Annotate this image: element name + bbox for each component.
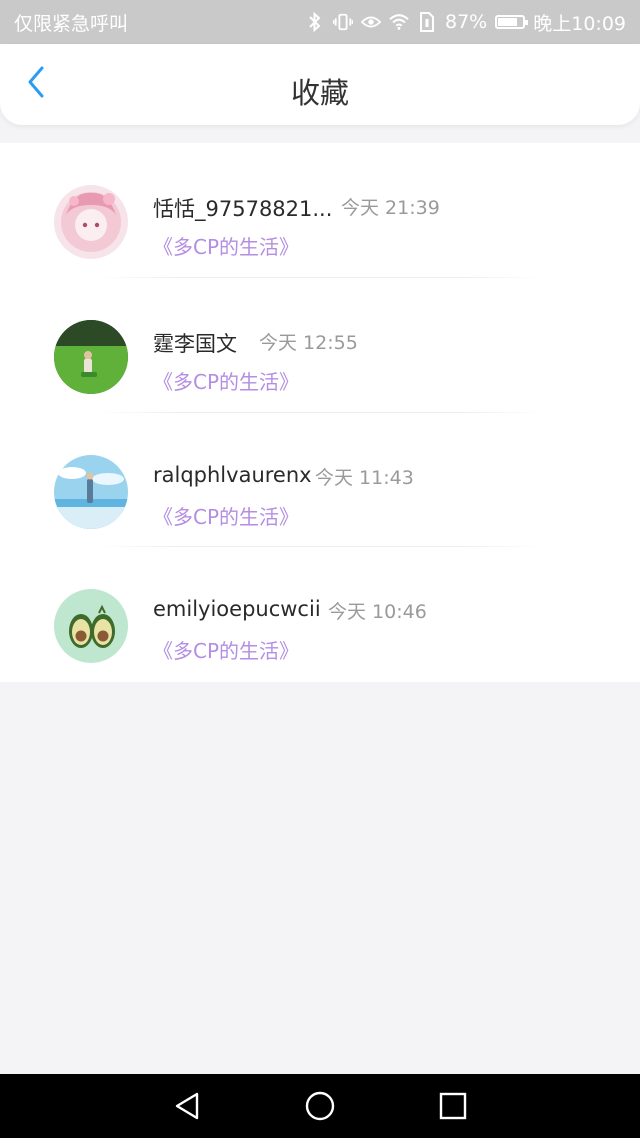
timestamp: 今天 12:55	[259, 331, 358, 354]
book-title-link[interactable]: 《多CP的生活》	[153, 366, 299, 395]
battery-percent: 87%	[445, 11, 488, 33]
system-nav-bar	[0, 1074, 640, 1138]
avatar[interactable]	[54, 589, 128, 664]
list-item[interactable]: 恬恬_97578821... 今天 21:39 《多CP的生活》	[0, 143, 640, 278]
favorites-list: 恬恬_97578821... 今天 21:39 《多CP的生活》 霆李国文 今天…	[0, 143, 640, 682]
avatar[interactable]	[54, 319, 128, 394]
nav-recents-button[interactable]	[433, 1086, 473, 1126]
recents-square-icon	[440, 1092, 467, 1120]
vibrate-icon	[333, 12, 353, 32]
avocado-avatar	[54, 589, 128, 664]
username[interactable]: ralqphlvaurenx	[153, 463, 312, 487]
avatar[interactable]	[54, 185, 128, 259]
list-item[interactable]: 霆李国文 今天 12:55 《多CP的生活》	[0, 278, 640, 413]
home-circle-icon	[305, 1091, 335, 1121]
status-icons: 87% 晚上10:09	[305, 9, 626, 36]
battery-icon	[495, 15, 529, 29]
back-triangle-icon	[175, 1092, 198, 1120]
username[interactable]: emilyioepucwcii	[153, 597, 321, 621]
book-title-link[interactable]: 《多CP的生活》	[153, 231, 299, 260]
avatar[interactable]	[54, 454, 128, 529]
app-header: 收藏	[0, 44, 640, 125]
anime-girl-avatar	[54, 185, 128, 259]
timestamp: 今天 10:46	[328, 601, 427, 624]
grass-field-avatar	[54, 319, 128, 394]
bluetooth-icon	[305, 12, 325, 32]
list-item[interactable]: ralqphlvaurenx 今天 11:43 《多CP的生活》	[0, 413, 640, 548]
page-title: 收藏	[290, 76, 349, 110]
timestamp: 今天 11:43	[315, 466, 414, 489]
sky-sea-avatar	[54, 454, 128, 529]
clock: 晚上10:09	[533, 12, 626, 35]
book-title-link[interactable]: 《多CP的生活》	[153, 501, 299, 530]
timestamp: 今天 21:39	[341, 197, 440, 219]
username[interactable]: 恬恬_97578821...	[153, 193, 332, 223]
wifi-icon	[389, 12, 409, 32]
carrier-text: 仅限紧急呼叫	[14, 12, 129, 35]
book-title-link[interactable]: 《多CP的生活》	[153, 635, 299, 664]
username[interactable]: 霆李国文	[153, 328, 237, 358]
status-bar: 仅限紧急呼叫 87% 晚上10:09	[0, 0, 640, 44]
sim-icon	[417, 12, 437, 32]
list-item[interactable]: emilyioepucwcii 今天 10:46 《多CP的生活》	[0, 547, 640, 682]
eye-icon	[361, 12, 381, 32]
nav-back-button[interactable]	[167, 1086, 207, 1126]
nav-home-button[interactable]	[300, 1086, 340, 1126]
